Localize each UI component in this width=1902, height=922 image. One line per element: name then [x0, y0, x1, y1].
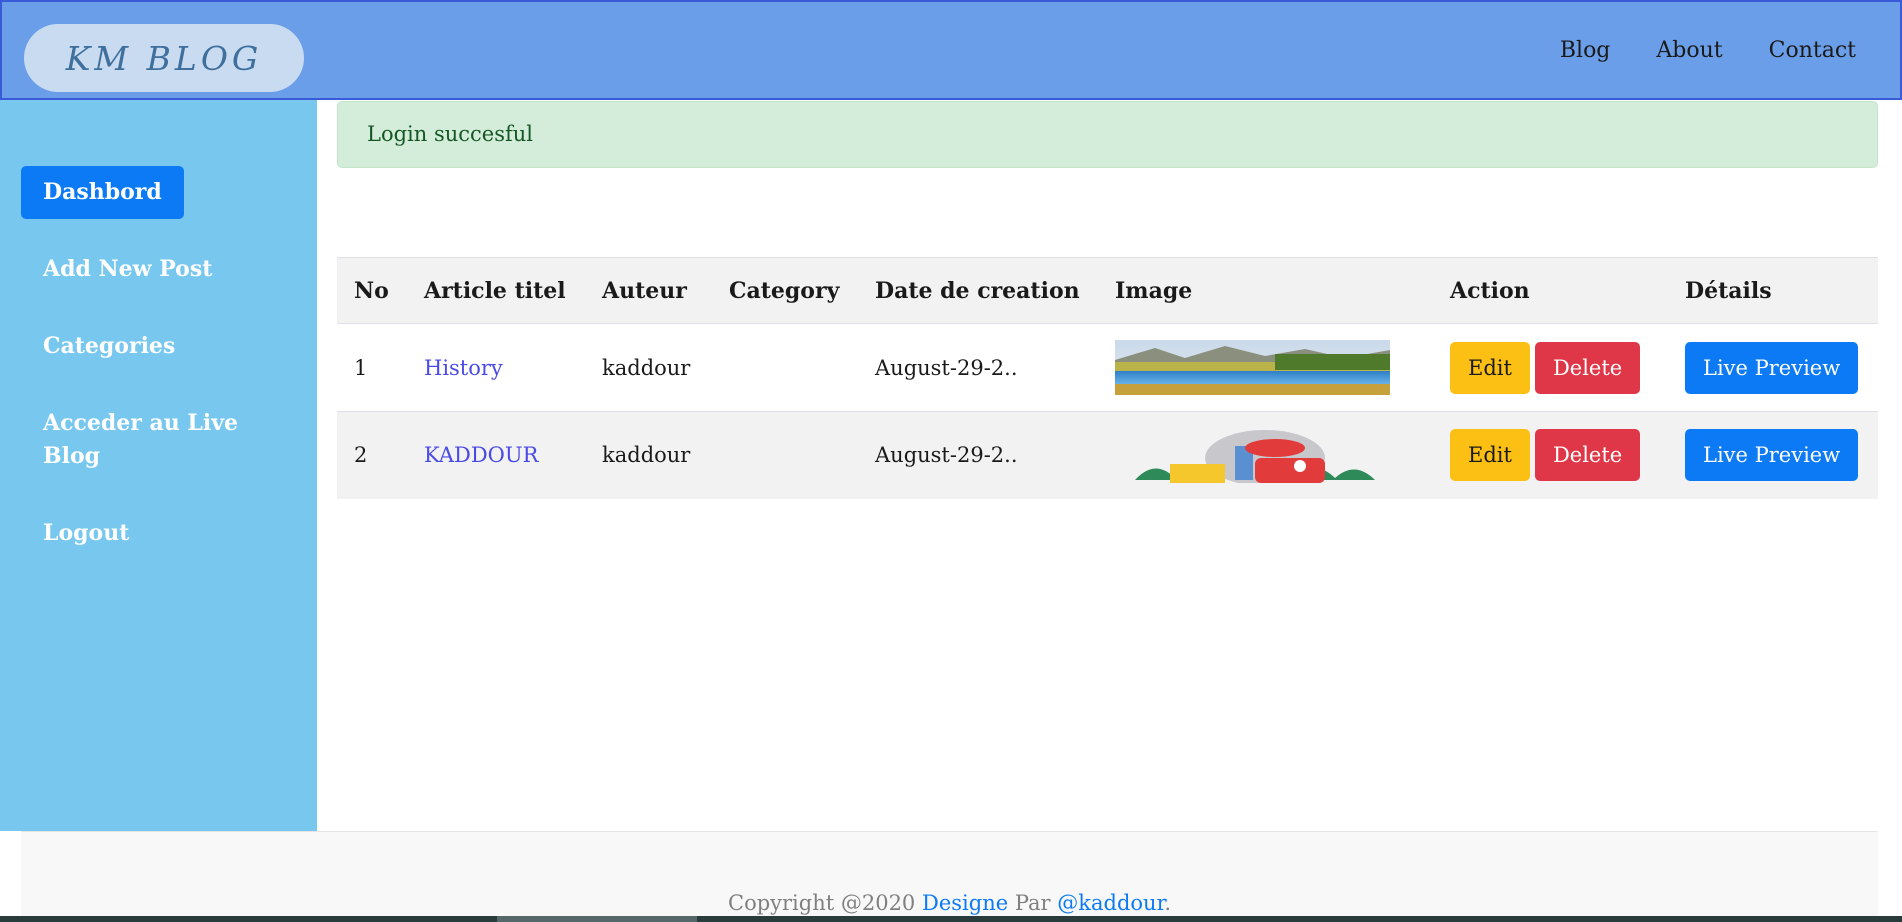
table-row: 2 KADDOUR kaddour August-29-2.. Edit Del… [337, 411, 1878, 499]
col-header-no: No [337, 257, 407, 324]
nav-link-blog[interactable]: Blog [1560, 38, 1611, 63]
live-preview-button[interactable]: Live Preview [1685, 429, 1859, 482]
sidebar-item-dashboard[interactable]: Dashbord [21, 166, 184, 219]
cell-category [712, 323, 858, 412]
copyright-text: Copyright @2020 [728, 891, 916, 915]
footer: Copyright @2020 Designe Par @kaddour. [21, 831, 1878, 922]
cell-actions: Edit Delete [1433, 323, 1668, 412]
footer-link-designe[interactable]: Designe [922, 891, 1008, 915]
nav-link-contact[interactable]: Contact [1769, 38, 1856, 63]
cell-author: kaddour [585, 411, 712, 499]
cell-image [1098, 323, 1433, 412]
post-thumbnail-image [1115, 340, 1390, 395]
col-header-author: Auteur [585, 257, 712, 324]
nav-link-about[interactable]: About [1656, 38, 1722, 63]
col-header-title: Article titel [407, 257, 585, 324]
live-preview-button[interactable]: Live Preview [1685, 341, 1859, 394]
delete-button[interactable]: Delete [1534, 429, 1641, 482]
cell-title: KADDOUR [407, 411, 585, 499]
cell-image [1098, 411, 1433, 499]
post-title-link[interactable]: History [424, 356, 503, 380]
posts-table: No Article titel Auteur Category Date de… [337, 257, 1878, 499]
footer-period: . [1164, 891, 1171, 915]
cell-date: August-29-2.. [858, 323, 1098, 412]
col-header-category: Category [712, 257, 858, 324]
bottom-bar [0, 916, 1902, 922]
col-header-image: Image [1098, 257, 1433, 324]
top-navbar: KM BLOG Blog About Contact [0, 0, 1902, 100]
edit-button[interactable]: Edit [1450, 341, 1530, 394]
sidebar-item-add-new-post[interactable]: Add New Post [21, 243, 234, 296]
table-row: 1 History kaddour August-29-2.. Edit Del… [337, 323, 1878, 412]
cell-no: 2 [337, 411, 407, 499]
post-title-link[interactable]: KADDOUR [424, 443, 538, 467]
cell-actions: Edit Delete [1433, 411, 1668, 499]
table-header-row: No Article titel Auteur Category Date de… [337, 257, 1878, 324]
sidebar-item-live-blog[interactable]: Acceder au Live Blog [21, 397, 281, 483]
sidebar: Dashbord Add New Post Categories Acceder… [0, 100, 317, 831]
cell-no: 1 [337, 323, 407, 412]
success-alert: Login succesful [337, 101, 1878, 168]
col-header-date: Date de creation [858, 257, 1098, 324]
delete-button[interactable]: Delete [1534, 341, 1641, 394]
cell-author: kaddour [585, 323, 712, 412]
bottom-bar-segment [497, 916, 697, 922]
edit-button[interactable]: Edit [1450, 429, 1530, 482]
cell-details: Live Preview [1668, 323, 1878, 412]
brand-logo[interactable]: KM BLOG [24, 24, 304, 92]
post-thumbnail-image [1115, 427, 1390, 483]
footer-par-text: Par [1014, 891, 1051, 915]
cell-date: August-29-2.. [858, 411, 1098, 499]
cell-title: History [407, 323, 585, 412]
col-header-action: Action [1433, 257, 1668, 324]
sidebar-item-categories[interactable]: Categories [21, 320, 197, 373]
footer-copyright: Copyright @2020 Designe Par @kaddour. [21, 891, 1878, 915]
col-header-details: Détails [1668, 257, 1878, 324]
footer-link-kaddour[interactable]: @kaddour [1057, 891, 1164, 915]
cell-category [712, 411, 858, 499]
nav-links: Blog About Contact [1560, 38, 1856, 63]
cell-details: Live Preview [1668, 411, 1878, 499]
sidebar-item-logout[interactable]: Logout [21, 507, 151, 560]
